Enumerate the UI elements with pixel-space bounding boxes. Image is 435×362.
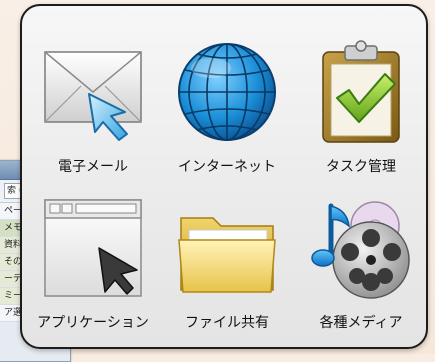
folder-icon [178,217,276,293]
launcher-label: ファイル共有 [185,315,269,331]
launcher-item-application[interactable]: アプリケーション [26,188,160,348]
globe-icon [178,43,276,141]
clipboard-check-icon [322,40,400,143]
launcher-item-file-sharing[interactable]: ファイル共有 [160,188,294,348]
launcher-item-email[interactable]: 電子メール [26,32,160,192]
launcher-label: インターネット [178,159,276,175]
launcher-item-media[interactable]: 各種メディア [294,188,428,348]
envelope-icon [44,51,142,141]
launcher-item-task-management[interactable]: タスク管理 [294,32,428,192]
media-icon [311,201,410,299]
launcher-label: 各種メディア [319,315,403,331]
launcher-label: アプリケーション [37,315,149,331]
launcher-label: 電子メール [58,159,128,175]
application-window-icon [44,199,142,297]
launcher-label: タスク管理 [326,159,396,175]
launcher-panel: 電子メール インターネット タスク管理 アプリケーション ファイル共有 各種メデ… [20,4,428,349]
launcher-item-internet[interactable]: インターネット [160,32,294,192]
